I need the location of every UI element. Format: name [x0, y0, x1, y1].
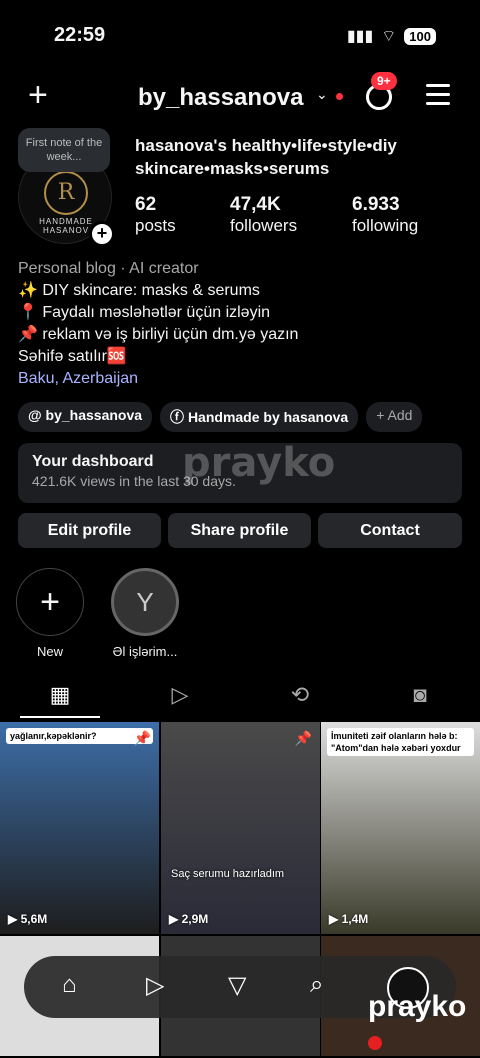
bio-line: ✨ DIY skincare: masks & serums: [18, 282, 260, 299]
username-switcher[interactable]: by_hassanova: [138, 84, 303, 112]
pin-icon: 📌: [133, 730, 151, 746]
status-bar: 22:59 ▮▮▮ ⌔ 100: [0, 0, 480, 70]
profile-category: Personal blog · AI creator: [18, 260, 199, 277]
add-link-chip[interactable]: + Add: [366, 402, 423, 432]
facebook-link-chip[interactable]: ⓕ Handmade by hasanova: [160, 402, 359, 432]
search-icon[interactable]: ⌕: [310, 971, 323, 999]
threads-link-chip[interactable]: @ by_hassanova: [18, 402, 153, 432]
wifi-icon: ⌔: [381, 28, 397, 45]
profile-full-name: hasanova's healthy•life•style•diy skinca…: [135, 136, 397, 178]
post-overlay-text: Saç serumu hazırladım: [171, 868, 285, 880]
bio-line: Səhifə satılır🆘: [18, 348, 127, 365]
share-profile-button[interactable]: Share profile: [168, 513, 311, 548]
reposts-tab-icon[interactable]: ⟲: [240, 682, 360, 708]
active-tab-indicator: [20, 716, 100, 718]
highlight-cover-icon: Y: [111, 568, 179, 636]
battery-icon: 100: [404, 27, 436, 45]
profile-bio: Personal blog · AI creator ✨ DIY skincar…: [18, 258, 468, 390]
add-story-icon[interactable]: +: [89, 221, 115, 247]
create-icon[interactable]: +: [28, 78, 48, 112]
post-views: ▶ 5,6M: [8, 912, 48, 926]
reels-tab-icon[interactable]: ▷: [120, 682, 240, 708]
note-bubble[interactable]: First note of the week...: [18, 128, 110, 172]
posts-count[interactable]: 62 posts: [135, 194, 176, 236]
watermark-corner: prayko: [368, 990, 480, 1058]
post-views: ▶ 2,9M: [169, 912, 209, 926]
post-tile[interactable]: İmuniteti zəif olanların hələ b: "Atom"d…: [321, 722, 480, 934]
reels-icon[interactable]: ▷: [146, 971, 164, 1000]
home-icon[interactable]: ⌂: [62, 971, 77, 999]
profile-header: + by_hassanova ⌄ 9+: [0, 72, 480, 118]
send-icon[interactable]: ▽: [228, 971, 246, 1000]
contact-button[interactable]: Contact: [318, 513, 462, 548]
followers-count[interactable]: 47,4K followers: [230, 194, 297, 236]
highlight-el-islerim[interactable]: Y Əl işlərim...: [100, 568, 190, 659]
plus-icon: +: [16, 568, 84, 636]
profile-actions: Edit profile Share profile Contact: [18, 513, 462, 548]
highlight-new[interactable]: + New: [15, 568, 85, 659]
profile-tabs: ▦ ▷ ⟲ ◙: [0, 682, 480, 718]
post-tile[interactable]: yağlanır,kəpəklənir? 📌 ▶ 5,6M: [0, 722, 159, 934]
pin-icon: 📌: [294, 730, 312, 746]
post-caption: yağlanır,kəpəklənir?: [6, 728, 153, 744]
edit-profile-button[interactable]: Edit profile: [18, 513, 161, 548]
post-caption: İmuniteti zəif olanların hələ b: "Atom"d…: [327, 728, 474, 756]
unread-dot: [336, 93, 343, 100]
status-time: 22:59: [54, 24, 106, 46]
post-views: ▶ 1,4M: [329, 912, 369, 926]
following-count[interactable]: 6.933 following: [352, 194, 418, 236]
watermark-dot: [368, 1036, 382, 1050]
post-tile[interactable]: 📌 Saç serumu hazırladım ▶ 2,9M: [161, 722, 320, 934]
avatar-logo: R: [44, 171, 88, 215]
status-icons: ▮▮▮ ⌔ 100: [347, 26, 436, 46]
chevron-down-icon[interactable]: ⌄: [316, 86, 328, 103]
bio-line: 📌 reklam və iş birliyi üçün dm.yə yazın: [18, 326, 299, 343]
watermark: prayko: [182, 440, 336, 486]
profile-links: @ by_hassanova ⓕ Handmade by hasanova + …: [18, 402, 423, 432]
menu-icon[interactable]: [426, 84, 450, 111]
grid-tab-icon[interactable]: ▦: [0, 682, 120, 708]
bio-line: 📍 Faydalı məsləhətlər üçün izləyin: [18, 304, 271, 321]
signal-icon: ▮▮▮: [346, 28, 374, 45]
profile-location-link[interactable]: Baku, Azerbaijan: [18, 368, 468, 390]
notification-badge: 9+: [371, 72, 397, 90]
tagged-tab-icon[interactable]: ◙: [360, 682, 480, 708]
